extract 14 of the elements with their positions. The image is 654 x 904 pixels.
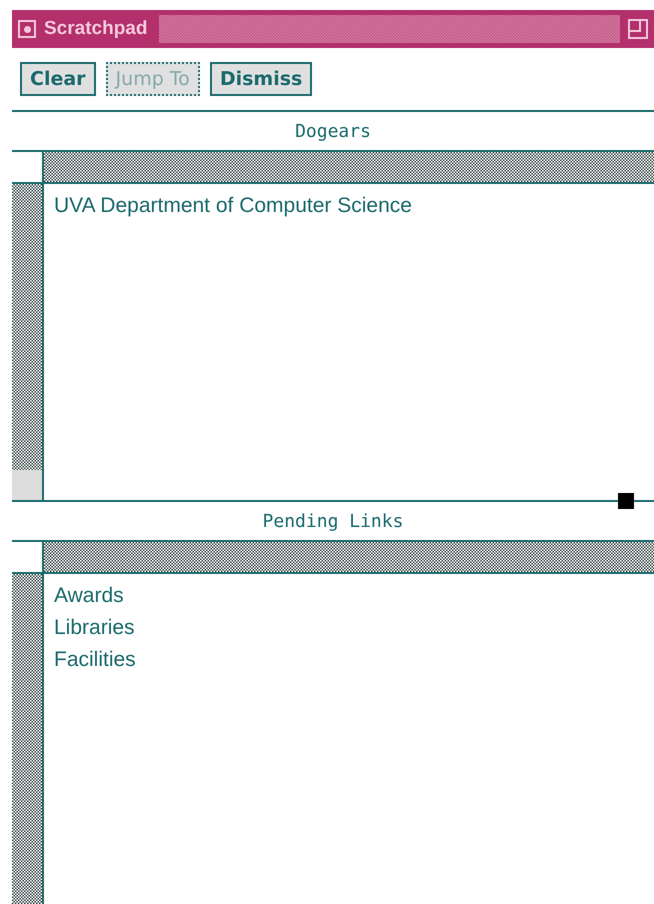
- toolbar-button[interactable]: Clear: [20, 62, 96, 96]
- window-title: Scratchpad: [44, 18, 148, 40]
- vertical-scrollbar[interactable]: [12, 184, 44, 500]
- close-box-icon[interactable]: [18, 20, 36, 38]
- list-item[interactable]: Libraries: [54, 616, 644, 640]
- zoom-box-icon[interactable]: [628, 19, 648, 39]
- horizontal-scrollbar[interactable]: [44, 152, 654, 182]
- list-item[interactable]: UVA Department of Computer Science: [54, 194, 644, 218]
- list-item[interactable]: Awards: [54, 584, 644, 608]
- toolbar-button[interactable]: Dismiss: [210, 62, 312, 96]
- vertical-scrollbar[interactable]: [12, 574, 44, 904]
- resize-handle[interactable]: [618, 493, 634, 509]
- horizontal-scrollbar[interactable]: [44, 542, 654, 572]
- list-item[interactable]: Facilities: [54, 648, 644, 672]
